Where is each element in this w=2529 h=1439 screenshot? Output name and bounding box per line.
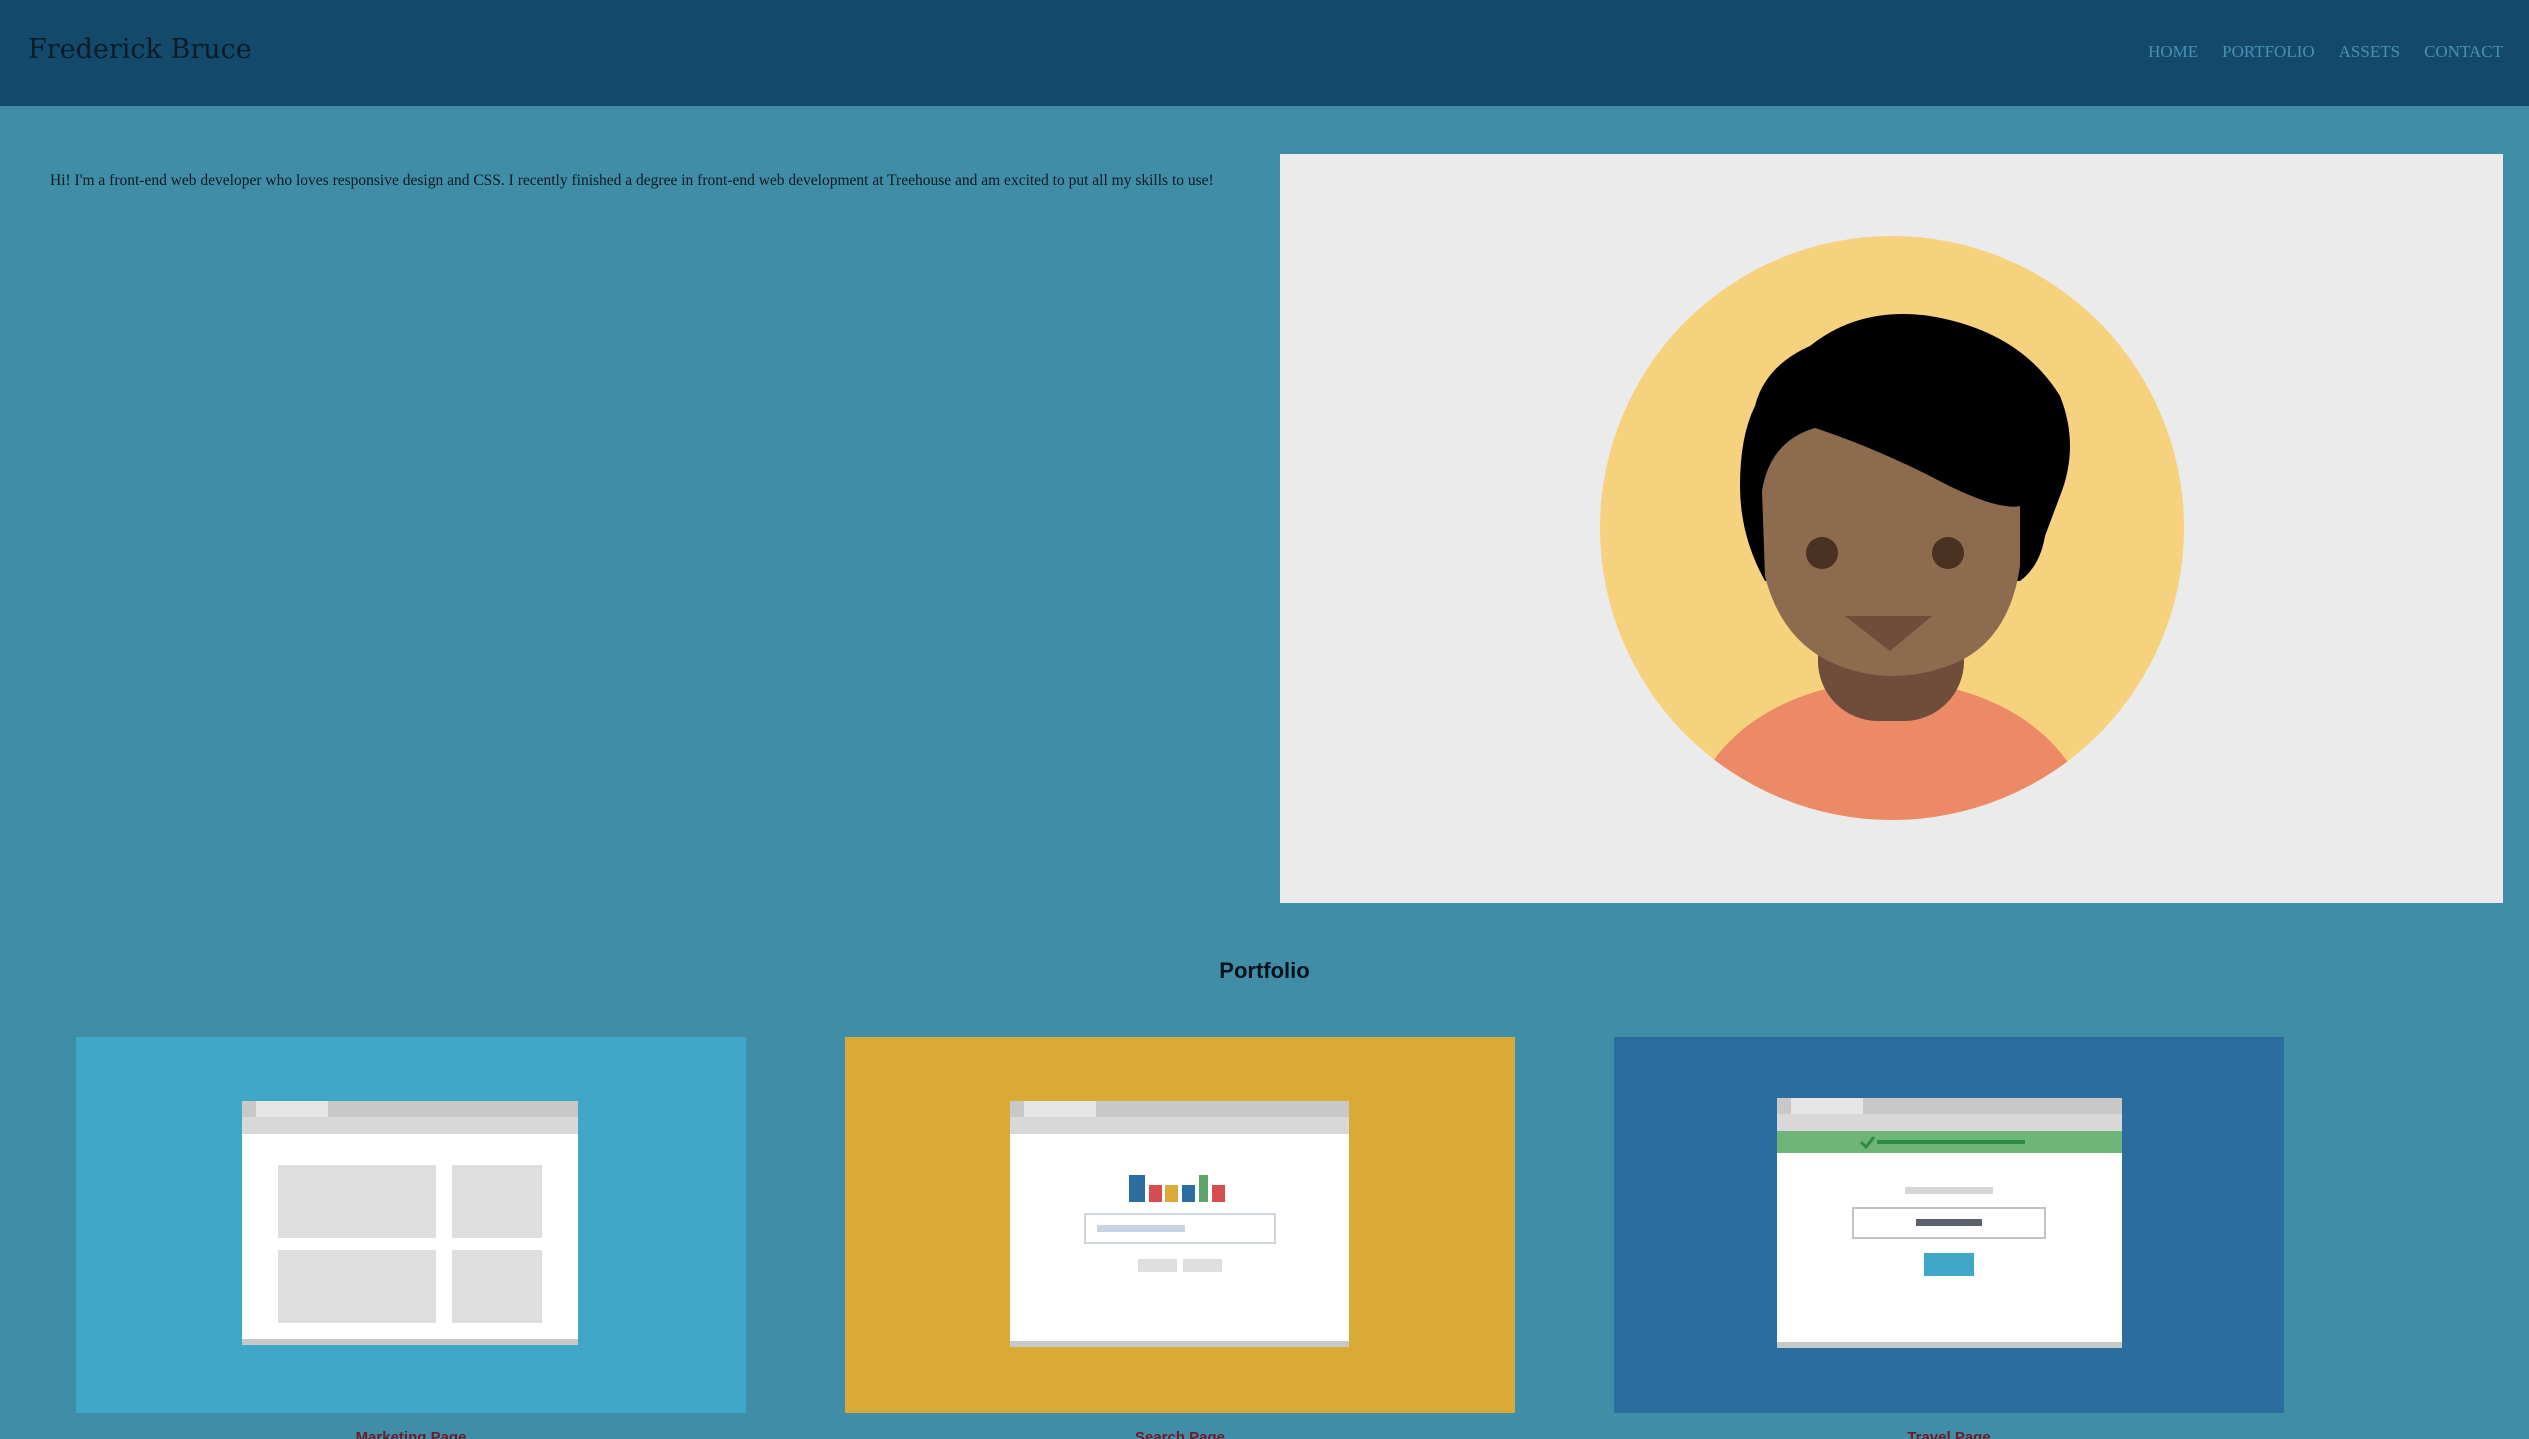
- portfolio-caption-search[interactable]: Search Page: [845, 1429, 1515, 1439]
- site-header: Frederick Bruce HOME PORTFOLIO ASSETS CO…: [0, 0, 2529, 106]
- intro-text: Hi! I'm a front-end web developer who lo…: [50, 172, 1214, 189]
- nav-contact[interactable]: CONTACT: [2424, 42, 2503, 62]
- portfolio-heading: Portfolio: [1219, 958, 1310, 983]
- travel-page-thumbnail-icon: [1777, 1098, 2122, 1348]
- marketing-page-thumbnail-icon: [242, 1101, 578, 1345]
- nav-home[interactable]: HOME: [2148, 42, 2198, 62]
- nav-portfolio[interactable]: PORTFOLIO: [2222, 42, 2315, 62]
- site-brand[interactable]: Frederick Bruce: [28, 34, 252, 65]
- search-page-thumbnail-icon: [1010, 1101, 1349, 1347]
- avatar-panel: [1280, 154, 2503, 903]
- portfolio-card-marketing[interactable]: [76, 1037, 746, 1413]
- portfolio-caption-marketing[interactable]: Marketing Page: [76, 1429, 746, 1439]
- portfolio-card-travel[interactable]: [1614, 1037, 2284, 1413]
- nav-assets[interactable]: ASSETS: [2339, 42, 2400, 62]
- avatar-illustration-icon: [1600, 236, 2184, 820]
- portfolio-caption-travel[interactable]: Travel Page: [1614, 1429, 2284, 1439]
- portfolio-card-search[interactable]: [845, 1037, 1515, 1413]
- main-nav: HOME PORTFOLIO ASSETS CONTACT: [2148, 42, 2503, 62]
